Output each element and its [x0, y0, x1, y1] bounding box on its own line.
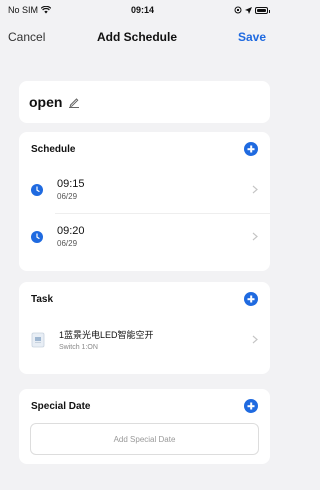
schedule-item-text: 09:15 06/29	[57, 178, 85, 201]
chevron-right-icon	[252, 232, 258, 241]
orientation-lock-icon	[234, 6, 242, 14]
device-icon	[31, 332, 45, 347]
battery-icon	[254, 6, 270, 14]
schedule-time: 09:20	[57, 225, 85, 237]
task-action: Switch 1:ON	[59, 344, 98, 351]
special-date-section: Special Date Add Special Date	[19, 389, 270, 464]
schedule-title: Schedule	[31, 143, 76, 155]
schedule-date: 06/29	[57, 239, 78, 248]
schedule-time: 09:15	[57, 178, 85, 190]
schedule-item-text: 09:20 06/29	[57, 225, 85, 248]
task-section: Task 1蓝景光电LED智能空开 Switch 1:ON	[19, 282, 270, 374]
special-date-title: Special Date	[31, 400, 91, 412]
schedule-item[interactable]: 09:20 06/29	[19, 213, 270, 260]
schedule-name: open	[29, 94, 63, 110]
schedule-header: Schedule	[19, 132, 270, 166]
clock-icon	[31, 230, 43, 243]
status-bar: No SIM 09:14	[0, 0, 274, 20]
status-right	[234, 6, 270, 14]
task-title: Task	[31, 293, 54, 305]
carrier-label: No SIM	[8, 5, 39, 15]
clock-icon	[31, 183, 43, 196]
special-date-header: Special Date	[19, 389, 270, 423]
edit-icon[interactable]	[68, 96, 80, 108]
task-device-name: 1蓝景光电LED智能空开	[59, 330, 154, 340]
chevron-right-icon	[252, 185, 258, 194]
task-header: Task	[19, 282, 270, 316]
schedule-section: Schedule 09:15 06/29 09:20 06/29	[19, 132, 270, 271]
status-time: 09:14	[130, 5, 155, 15]
add-special-date-button[interactable]: Add Special Date	[30, 423, 259, 455]
schedule-item[interactable]: 09:15 06/29	[19, 166, 270, 213]
add-special-date-icon-button[interactable]	[244, 399, 258, 413]
status-left: No SIM	[8, 5, 52, 15]
wifi-icon	[41, 6, 52, 14]
add-task-button[interactable]	[244, 292, 258, 306]
schedule-date: 06/29	[57, 192, 78, 201]
add-schedule-button[interactable]	[244, 142, 258, 156]
task-item[interactable]: 1蓝景光电LED智能空开 Switch 1:ON	[19, 316, 270, 363]
cancel-button[interactable]: Cancel	[8, 30, 45, 44]
save-button[interactable]: Save	[238, 30, 266, 44]
chevron-right-icon	[252, 335, 258, 344]
schedule-name-card[interactable]: open	[19, 81, 270, 123]
task-item-text: 1蓝景光电LED智能空开 Switch 1:ON	[59, 328, 154, 351]
location-icon	[244, 6, 252, 14]
nav-bar: Cancel Add Schedule Save	[0, 24, 274, 50]
